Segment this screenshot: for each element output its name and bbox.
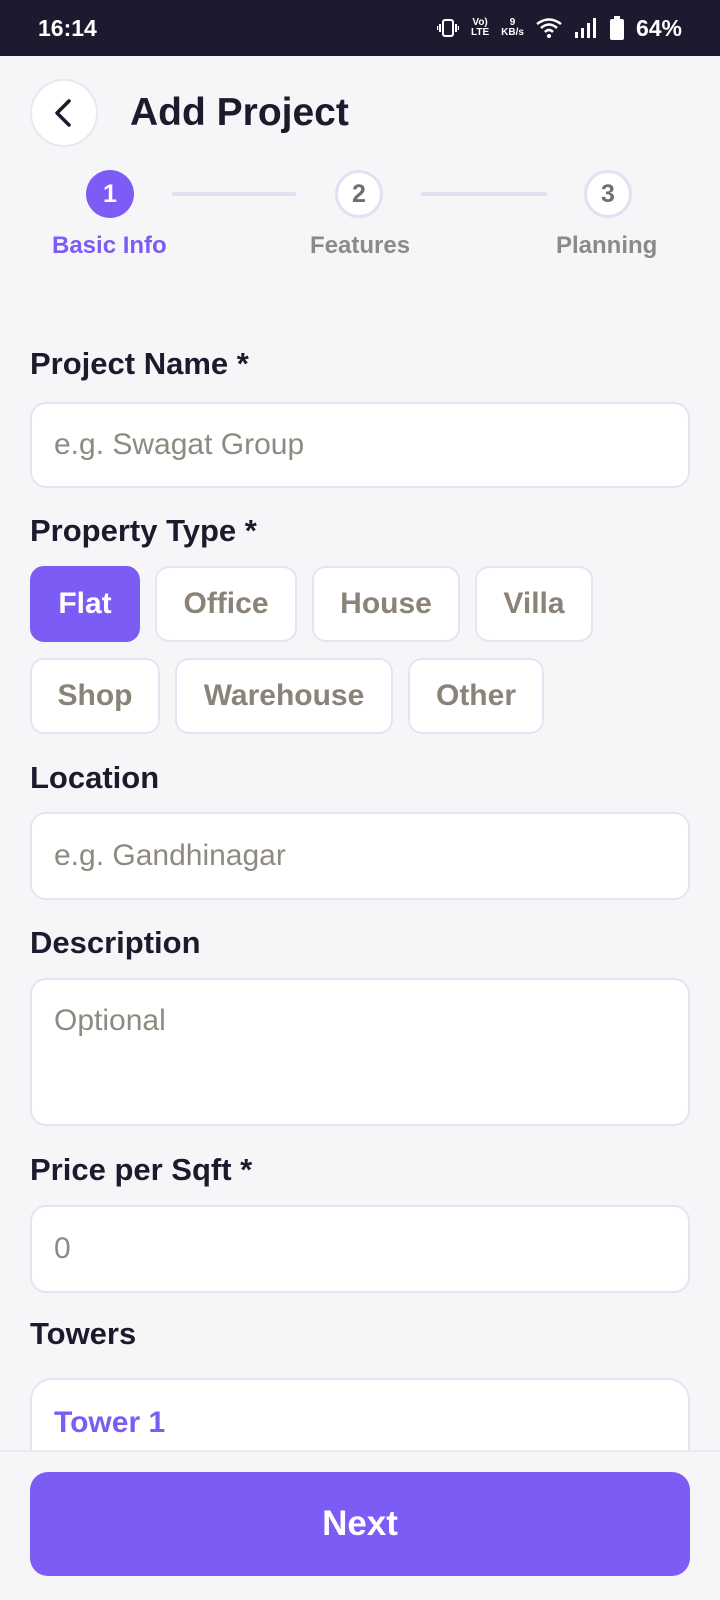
header: Add Project — [30, 78, 349, 148]
project-name-input[interactable] — [30, 402, 690, 488]
volte-icon: Vo) LTE — [471, 18, 489, 38]
signal-icon — [574, 18, 598, 38]
battery-icon — [609, 16, 624, 40]
step-3-indicator[interactable]: 3 — [584, 170, 632, 218]
step-connector-1 — [172, 192, 296, 196]
tower-title: Tower 1 — [54, 1406, 166, 1439]
location-label: Location — [30, 760, 160, 795]
step-2-indicator[interactable]: 2 — [335, 170, 383, 218]
step-1-label: Basic Info — [52, 232, 167, 259]
property-type-villa[interactable]: Villa — [475, 566, 593, 642]
wifi-icon — [536, 18, 562, 38]
description-label: Description — [30, 925, 201, 960]
property-type-label: Property Type * — [30, 513, 257, 548]
volte-bottom: LTE — [471, 27, 490, 38]
vibrate-icon — [437, 18, 459, 38]
project-name-label: Project Name * — [30, 346, 249, 381]
property-type-flat[interactable]: Flat — [30, 566, 140, 642]
price-per-sqft-input[interactable] — [30, 1205, 690, 1293]
towers-label: Towers — [30, 1316, 137, 1351]
property-type-office[interactable]: Office — [155, 566, 297, 642]
description-textarea[interactable] — [30, 978, 690, 1126]
battery-percent: 64% — [635, 14, 682, 41]
chevron-left-icon — [55, 99, 71, 127]
status-icons: Vo) LTE 9 KB/s 64% — [437, 15, 682, 42]
step-1-indicator[interactable]: 1 — [86, 170, 134, 218]
step-2-label: Features — [310, 232, 411, 259]
location-input[interactable] — [30, 812, 690, 900]
status-time: 16:14 — [38, 14, 97, 41]
property-type-house[interactable]: House — [312, 566, 460, 642]
stepper: 1 2 3 Basic Info Features Planning — [0, 170, 720, 270]
page-title: Add Project — [130, 91, 349, 134]
step-3-label: Planning — [556, 232, 658, 259]
bottom-bar: Next — [0, 1450, 720, 1600]
price-label: Price per Sqft * — [30, 1152, 253, 1187]
network-speed: 9 KB/s — [501, 18, 524, 38]
back-button[interactable] — [30, 79, 98, 147]
property-type-shop[interactable]: Shop — [30, 658, 160, 734]
status-bar: 16:14 Vo) LTE 9 KB/s 64% — [0, 0, 720, 56]
property-type-other[interactable]: Other — [408, 658, 544, 734]
step-connector-2 — [421, 192, 547, 196]
next-button[interactable]: Next — [30, 1472, 690, 1576]
speed-unit: KB/s — [501, 27, 524, 38]
property-type-warehouse[interactable]: Warehouse — [175, 658, 393, 734]
